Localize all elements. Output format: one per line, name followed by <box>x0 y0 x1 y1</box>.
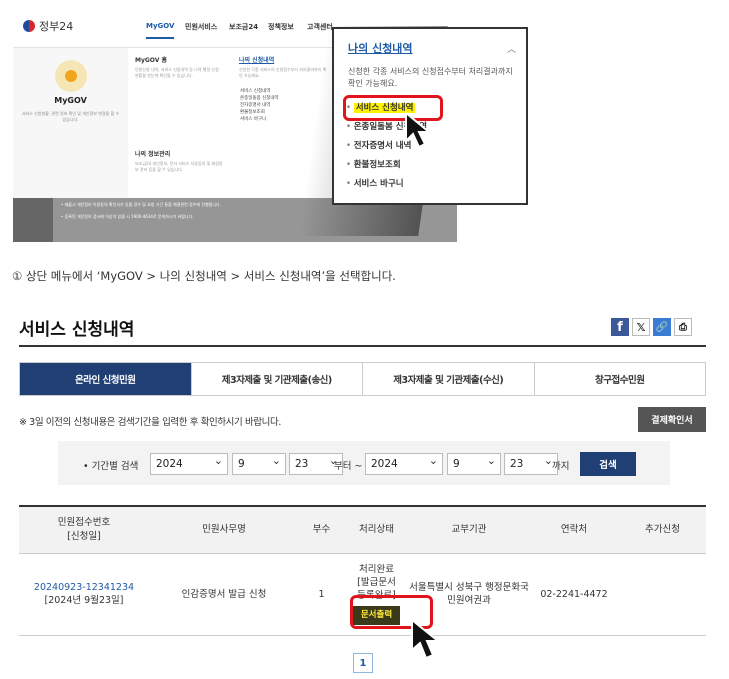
mini-menu-item[interactable]: 전자증명서 내역 <box>240 102 279 109</box>
receipt-date: [2024년 9월23일] <box>44 595 124 606</box>
tab-third-party-received[interactable]: 제3자제출 및 기관제출(수신) <box>363 363 535 395</box>
mygov-home-column: MyGOV 홈 민원신청 내역, 서비스 신청내역 등 나의 행정 신청 현황을… <box>135 58 223 79</box>
col-extra: 추가신청 <box>619 505 706 554</box>
my-info-column: 나의 정보관리 보조금24 개인정보, 전자 서비스 자동동의 및 회원정보 관… <box>135 151 223 173</box>
cell-phone: 02-2241-4472 <box>529 553 619 636</box>
tab-online-applications[interactable]: 온라인 신청민원 <box>20 363 192 395</box>
gnb-policy[interactable]: 정책정보 <box>268 22 294 32</box>
to-day-select[interactable]: 23 <box>504 451 558 475</box>
share-toolbar: f 𝕏 🔗 ⎙ <box>611 318 692 336</box>
gnb-civil-service[interactable]: 민원서비스 <box>185 22 217 32</box>
x-icon[interactable]: 𝕏 <box>632 318 650 336</box>
payment-confirmation-button[interactable]: 결제확인서 <box>638 407 706 432</box>
search-label: • 기간별 검색 <box>83 461 139 472</box>
tab-third-party-sent[interactable]: 제3자제출 및 기관제출(송신) <box>191 363 363 395</box>
gov-emblem-icon <box>23 20 35 32</box>
col-status: 처리상태 <box>344 505 409 554</box>
zoom-title[interactable]: 나의 신청내역 <box>348 40 413 56</box>
page-title: 서비스 신청내역 <box>19 320 135 340</box>
to-suffix: 까지 <box>552 461 570 472</box>
facebook-icon[interactable]: f <box>611 318 629 336</box>
link-icon[interactable]: 🔗 <box>653 318 671 336</box>
cell-count: 1 <box>299 553 344 636</box>
col-agency: 교부기관 <box>409 505 529 554</box>
cell-extra <box>619 553 706 636</box>
title-divider <box>19 345 706 347</box>
my-applications-link[interactable]: 나의 신청내역 <box>239 58 327 64</box>
table-header-row: 민원접수번호 [신청일] 민원사무명 부수 처리상태 교부기관 연락처 추가신청 <box>19 505 706 554</box>
cell-receipt: 20240923-12341234 [2024년 9월23일] <box>19 553 149 636</box>
band-text: • 제출시 개인정보 이용동의 확인서가 있을 경우 및 요청 기간 통합 해결… <box>61 202 221 207</box>
status-line: 처리완료 <box>359 564 394 575</box>
from-month-select[interactable]: 9 <box>232 451 286 475</box>
search-button[interactable]: 검색 <box>580 452 636 476</box>
col-count: 부수 <box>299 505 344 554</box>
mygov-desc: 서비스 신청현황, 관련 정보 확인 및 개인정보 변경을 할 수 있습니다. <box>21 111 120 122</box>
gnb-mygov[interactable]: MyGOV <box>146 22 175 39</box>
my-info-link[interactable]: 나의 정보관리 <box>135 152 223 158</box>
from-year-select[interactable]: 2024 <box>150 451 228 475</box>
mini-menu-list: 서비스 신청내역 온종일돌봄 신청내역 전자증명서 내역 환불정보조회 서비스 … <box>240 88 279 123</box>
zoom-desc: 신청한 각종 서비스의 신청접수부터 처리결과까지 확인 가능해요. <box>348 67 513 88</box>
gnb-subsidy[interactable]: 보조금24 <box>229 22 258 32</box>
page-1-button[interactable]: 1 <box>353 653 373 673</box>
print-icon[interactable]: ⎙ <box>674 318 692 336</box>
tab-bar: 온라인 신청민원 제3자제출 및 기관제출(송신) 제3자제출 및 기관제출(수… <box>19 362 706 396</box>
band-text: • 등록된 개인정보 검사에 이상이 있을 시 1900-4634로 문의하시기… <box>61 214 194 219</box>
mini-menu-item[interactable]: 서비스 바구니 <box>240 116 279 123</box>
step-caption: ① 상단 메뉴에서 ‘MyGOV > 나의 신청내역 > 서비스 신청내역’을 … <box>12 269 396 283</box>
cursor-icon <box>405 111 432 149</box>
to-year-select[interactable]: 2024 <box>365 451 443 475</box>
chevron-up-icon[interactable]: ︿ <box>507 42 516 55</box>
mini-menu-item[interactable]: 환불정보조회 <box>240 109 279 116</box>
mygov-panel: MyGOV 서비스 신청현황, 관련 정보 확인 및 개인정보 변경을 할 수 … <box>13 48 128 198</box>
mini-menu-item[interactable]: 온종일돌봄 신청내역 <box>240 95 279 102</box>
col-phone: 연락처 <box>529 505 619 554</box>
from-suffix: 부터 ~ <box>334 461 363 472</box>
period-search: • 기간별 검색 2024 9 23 부터 ~ 2024 9 23 까지 검색 <box>58 441 670 485</box>
my-applications-column: 나의 신청내역 신청한 각종 서비스의 신청접수부터 처리결과까지 확인 가능해… <box>239 57 327 79</box>
site-logo[interactable]: 정부24 <box>23 18 73 34</box>
status-line: [발급문서 <box>357 577 396 588</box>
mini-menu-item[interactable]: 서비스 신청내역 <box>240 88 279 95</box>
zoomed-menu-callout: 나의 신청내역 ︿ 신청한 각종 서비스의 신청접수부터 처리결과까지 확인 가… <box>332 27 528 205</box>
col-service-name: 민원사무명 <box>149 505 299 554</box>
mygov-avatar-icon <box>54 60 87 92</box>
mygov-title: MyGOV <box>54 96 87 105</box>
to-month-select[interactable]: 9 <box>447 451 501 475</box>
receipt-link[interactable]: 20240923-12341234 <box>19 581 149 594</box>
mygov-home-link[interactable]: MyGOV 홈 <box>135 58 223 64</box>
col-receipt-no: 민원접수번호 [신청일] <box>19 505 149 554</box>
cell-service-name: 인감증명서 발급 신청 <box>149 553 299 636</box>
tab-counter-applications[interactable]: 창구접수민원 <box>534 363 705 395</box>
notice-text: ※ 3일 이전의 신청내용은 검색기간을 입력한 후 확인하시기 바랍니다. <box>19 417 281 428</box>
cursor-icon <box>411 618 441 660</box>
menu-refund-info[interactable]: 환불정보조회 <box>346 156 427 175</box>
menu-service-basket[interactable]: 서비스 바구니 <box>346 175 427 194</box>
